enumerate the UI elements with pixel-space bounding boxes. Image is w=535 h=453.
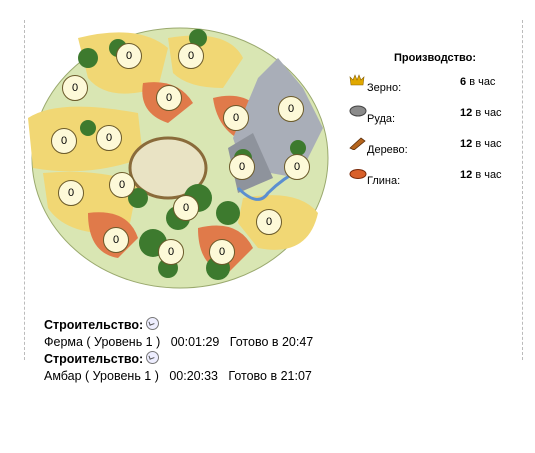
production-row: Дерево: 12 в час: [345, 134, 515, 165]
construction-heading: Строительство:: [44, 318, 144, 332]
resource-field[interactable]: 0: [156, 85, 182, 111]
resource-field[interactable]: 0: [96, 125, 122, 151]
rate-unit: в час: [469, 76, 496, 88]
production-row: Зерно: 6 в час: [345, 72, 515, 103]
village-map: 00000000000000000: [28, 18, 333, 293]
production-row: Руда: 12 в час: [345, 103, 515, 134]
divider-right: [522, 20, 523, 360]
construction-heading: Строительство:: [44, 352, 144, 366]
resource-field[interactable]: 0: [229, 154, 255, 180]
clay-icon: [349, 167, 367, 179]
rate-value: 12: [460, 169, 473, 181]
construction-item: Амбар ( Уровень 1 ) 00:20:33 Готово в 21…: [44, 368, 313, 385]
rate-unit: в час: [475, 169, 502, 181]
construction-queue: Строительство: Ферма ( Уровень 1 ) 00:01:…: [44, 317, 313, 385]
resource-field[interactable]: 0: [158, 239, 184, 265]
divider-left: [24, 20, 25, 360]
resource-field[interactable]: 0: [223, 105, 249, 131]
resource-label: Дерево:: [367, 144, 408, 156]
iron-icon: [349, 105, 367, 117]
resource-field[interactable]: 0: [62, 75, 88, 101]
resource-field[interactable]: 0: [284, 154, 310, 180]
resource-label: Глина:: [367, 175, 401, 187]
resource-field[interactable]: 0: [209, 239, 235, 265]
resource-field[interactable]: 0: [278, 96, 304, 122]
building-name: Ферма ( Уровень 1 ): [44, 335, 161, 349]
production-rate: 12 в час: [460, 169, 502, 181]
construction-item: Ферма ( Уровень 1 ) 00:01:29 Готово в 20…: [44, 334, 313, 351]
resource-field[interactable]: 0: [51, 128, 77, 154]
wood-icon: [349, 136, 366, 151]
rate-unit: в час: [475, 107, 502, 119]
clock-icon: [146, 317, 160, 330]
resource-label: Руда:: [367, 113, 396, 125]
crop-icon: [349, 74, 365, 86]
countdown-timer: 00:01:29: [170, 335, 220, 349]
production-rate: 12 в час: [460, 107, 502, 119]
resource-field[interactable]: 0: [178, 43, 204, 69]
production-rate: 12 в час: [460, 138, 502, 150]
production-panel: Производство: Зерно: 6 в час Руда: 12 в час…: [345, 52, 515, 196]
completion-time: Готово в 20:47: [229, 335, 314, 349]
clock-icon: [146, 351, 160, 364]
resource-label: Зерно:: [367, 82, 402, 94]
countdown-timer: 00:20:33: [169, 369, 218, 383]
rate-value: 12: [460, 138, 473, 150]
rate-value: 6: [460, 76, 467, 88]
resource-field[interactable]: 0: [109, 172, 135, 198]
resource-field[interactable]: 0: [58, 180, 84, 206]
production-rate: 6 в час: [460, 76, 495, 88]
production-row: Глина: 12 в час: [345, 165, 515, 196]
resource-field[interactable]: 0: [103, 227, 129, 253]
resource-field[interactable]: 0: [116, 43, 142, 69]
resource-field[interactable]: 0: [256, 209, 282, 235]
building-name: Амбар ( Уровень 1 ): [44, 369, 159, 383]
production-title: Производство:: [393, 52, 477, 64]
resource-field[interactable]: 0: [173, 195, 199, 221]
completion-time: Готово в 21:07: [228, 369, 312, 383]
rate-value: 12: [460, 107, 473, 119]
rate-unit: в час: [475, 138, 502, 150]
